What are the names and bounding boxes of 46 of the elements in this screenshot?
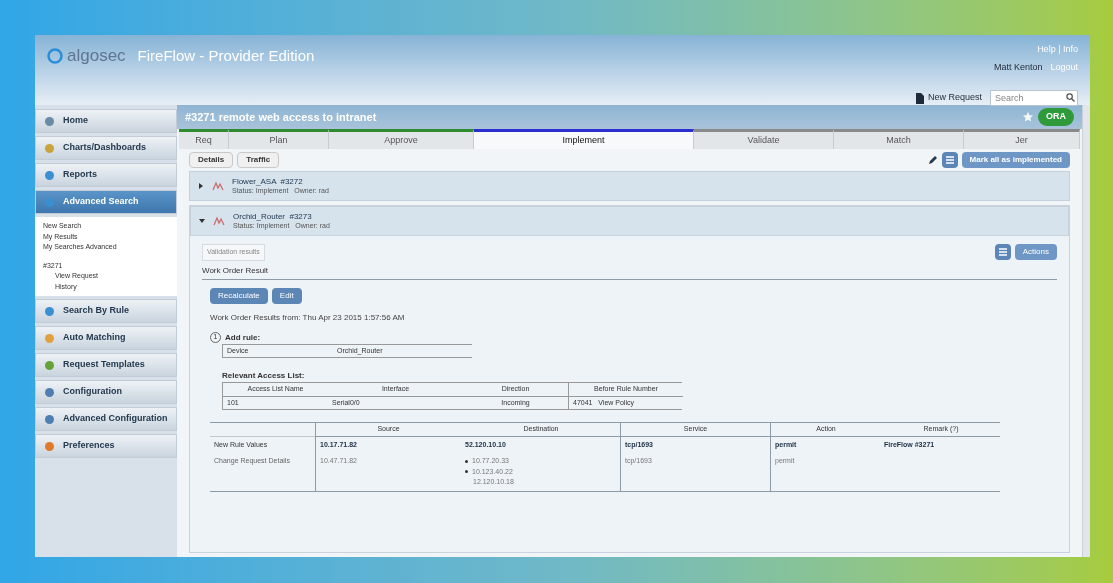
stage-tab[interactable]: Req [179, 129, 229, 149]
sidebar-item[interactable]: Reports [35, 163, 177, 187]
user-name[interactable]: Matt Kenton [993, 60, 1043, 74]
step-title: Add rule: [225, 331, 261, 344]
menu-icon [998, 248, 1007, 257]
section-title: Work Order Result [202, 264, 1057, 280]
action-button[interactable]: Edit [271, 287, 302, 304]
logo-text: algosec [67, 45, 126, 67]
product-title: FireFlow - Provider Edition [137, 45, 315, 66]
scrollbar[interactable] [1082, 105, 1090, 557]
sidebar-item[interactable]: Advanced Configuration [35, 407, 177, 431]
menu-icon [945, 156, 954, 164]
results-timestamp: Work Order Results from: Thu Apr 23 2015 1:57:56 AM [210, 311, 406, 324]
stage-tab[interactable]: Plan [229, 129, 329, 149]
toolbar-button[interactable]: Traffic [237, 152, 280, 168]
sidebar-item[interactable]: Configuration [35, 380, 177, 404]
sidebar-item[interactable]: Auto Matching [35, 326, 177, 350]
sidebar-item[interactable]: Request Templates [35, 353, 177, 377]
request-title: #3271 remote web access to intranet [185, 109, 377, 125]
pencil-icon[interactable] [927, 155, 938, 165]
toolbar-button[interactable]: Details [189, 152, 234, 168]
menu-button[interactable] [994, 244, 1011, 261]
action-button[interactable]: Recalculate [210, 287, 268, 304]
stage-tab[interactable]: Approve [329, 129, 474, 149]
sidebar-item[interactable]: Advanced Search [35, 190, 177, 214]
sidebar-item[interactable]: Home [35, 109, 177, 133]
logo-icon [47, 47, 63, 64]
bullet-icon [465, 470, 468, 474]
stage-tab[interactable]: Jer [964, 129, 1080, 149]
stage-tab[interactable]: Match [834, 129, 964, 149]
device-name: Flower_ASA #3272 [232, 177, 304, 186]
star-icon[interactable] [1022, 111, 1034, 123]
status-badge: ORA [1038, 108, 1074, 126]
bullet-icon [465, 459, 468, 463]
device-name: Orchid_Router #3273 [233, 212, 313, 221]
stage-tab[interactable]: Validate [694, 129, 834, 149]
stage-tab[interactable]: Implement [474, 129, 694, 149]
sidebar-item[interactable]: Charts/Dashboards [35, 136, 177, 160]
search-icon [1066, 93, 1075, 102]
new-request-link[interactable]: New Request [915, 91, 982, 105]
sidebar-item[interactable]: Search By Rule [35, 299, 177, 323]
document-icon [915, 92, 924, 104]
circle-icon [44, 440, 55, 452]
search-field[interactable]: Search [990, 90, 1078, 106]
access-list-title: Relevant Access List: [222, 370, 306, 382]
sidebar-item[interactable]: Preferences [35, 434, 177, 458]
